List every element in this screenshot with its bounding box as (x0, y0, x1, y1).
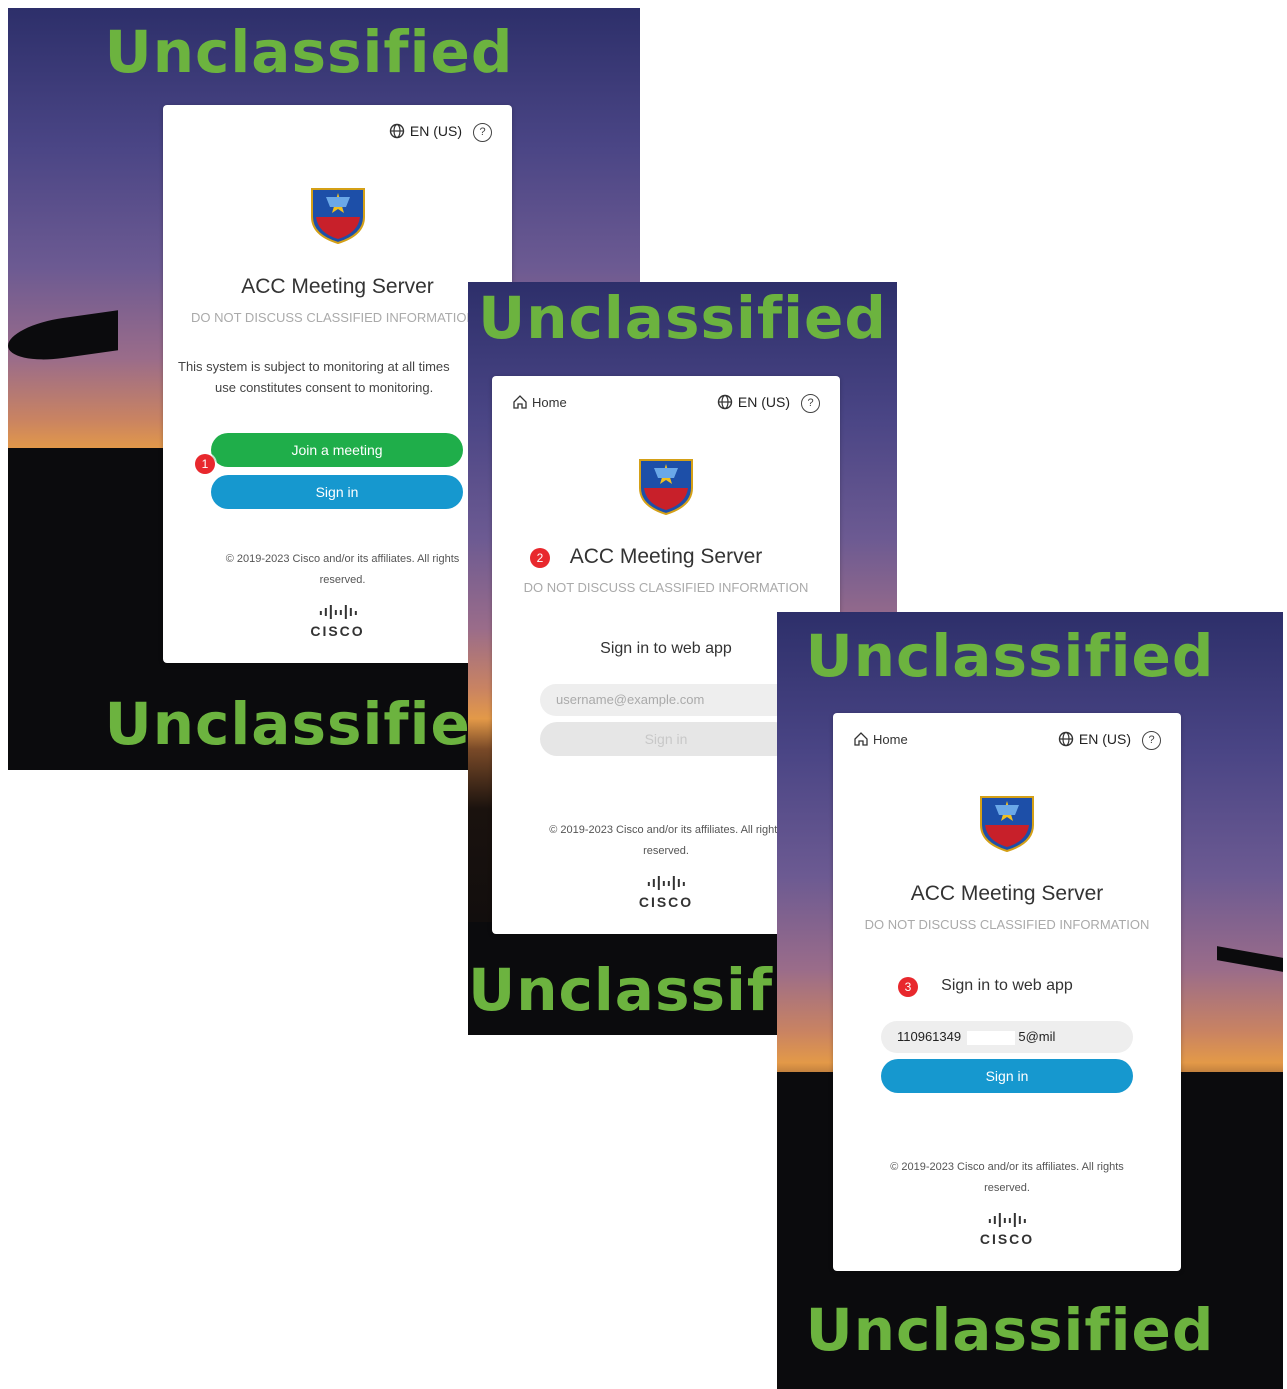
language-label: EN (US) (1078, 731, 1131, 747)
copyright: © 2019-2023 Cisco and/or its affiliates.… (203, 549, 482, 591)
copyright-line1: © 2019-2023 Cisco and/or its affiliates.… (549, 824, 783, 836)
monitoring-notice: This system is subject to monitoring at … (178, 356, 500, 398)
home-icon (854, 732, 868, 746)
language-label: EN (US) (409, 123, 462, 139)
classification-banner-top: Unclassified (104, 18, 514, 86)
copyright: © 2019-2023 Cisco and/or its affiliates.… (512, 820, 820, 862)
classification-warning: DO NOT DISCUSS CLASSIFIED INFORMATION (523, 580, 809, 595)
app-title: ACC Meeting Server (241, 275, 434, 298)
username-input[interactable]: 110961349 5@mil (881, 1021, 1133, 1053)
language-selector[interactable]: EN (US) (389, 123, 462, 139)
login-card: EN (US) ? ACC Meeting Server DO NOT DISC… (163, 105, 512, 663)
sign-in-heading: Sign in to web app (941, 977, 1073, 994)
username-value-end: 5@mil (1018, 1029, 1056, 1044)
username-input[interactable]: username@example.com (540, 684, 792, 716)
step-marker-2: 2 (530, 548, 550, 568)
home-label: Home (873, 731, 908, 747)
cisco-logo: CISCO (980, 1213, 1034, 1246)
copyright-line2: reserved. (984, 1182, 1030, 1194)
copyright-line1: © 2019-2023 Cisco and/or its affiliates.… (225, 553, 460, 565)
help-icon[interactable]: ? (473, 123, 492, 142)
copyright-line2: reserved. (319, 574, 366, 586)
help-icon[interactable]: ? (1142, 731, 1161, 750)
cisco-bars-icon (648, 876, 685, 890)
copyright-line2: reserved. (643, 845, 689, 857)
classification-warning: DO NOT DISCUSS CLASSIFIED INFORMATION (864, 917, 1150, 932)
sign-in-card-filled: Home EN (US) ? ACC Meeting Server DO NOT… (833, 713, 1181, 1271)
home-label: Home (532, 394, 567, 410)
cisco-logo: CISCO (310, 605, 364, 638)
cisco-wordmark: CISCO (979, 1231, 1035, 1247)
globe-icon (389, 123, 405, 139)
crest-logo (310, 188, 365, 245)
sign-in-button[interactable]: Sign in (211, 475, 463, 509)
classification-banner-top: Unclassified (805, 622, 1215, 690)
cisco-wordmark: CISCO (638, 894, 694, 910)
help-icon[interactable]: ? (801, 394, 820, 413)
home-link[interactable]: Home (853, 731, 908, 747)
classification-banner-bottom: Unclassified (805, 1296, 1215, 1364)
classification-warning: DO NOT DISCUSS CLASSIFIED INFORMATION (191, 310, 476, 325)
sign-in-button[interactable]: Sign in (540, 722, 792, 756)
copyright-line1: © 2019-2023 Cisco and/or its affiliates.… (890, 1161, 1124, 1173)
classification-banner-top: Unclassified (478, 284, 887, 352)
cisco-wordmark: CISCO (310, 623, 365, 639)
home-icon (513, 395, 527, 409)
copyright: © 2019-2023 Cisco and/or its affiliates.… (853, 1157, 1161, 1199)
monitoring-notice-line1: This system is subject to monitoring at … (178, 359, 450, 374)
crest-logo (639, 459, 693, 516)
app-title: ACC Meeting Server (910, 882, 1104, 905)
cisco-bars-icon (319, 605, 357, 619)
join-meeting-button[interactable]: Join a meeting (211, 433, 463, 467)
home-link[interactable]: Home (512, 394, 567, 410)
step-marker-3: 3 (898, 977, 918, 997)
redacted-block (966, 1030, 1015, 1045)
globe-icon (717, 394, 733, 410)
language-selector[interactable]: EN (US) (717, 394, 790, 410)
screenshot-3: Unclassified Unclassified Home EN (US) ?… (777, 612, 1283, 1389)
language-label: EN (US) (737, 394, 790, 410)
jet-silhouette (1217, 946, 1283, 972)
monitoring-notice-line2: use constitutes consent to monitoring. (215, 380, 434, 395)
step-marker-1: 1 (195, 454, 215, 474)
username-value-start: 110961349 (897, 1029, 962, 1044)
jet-silhouette (8, 310, 118, 366)
globe-icon (1058, 731, 1074, 747)
crest-logo (980, 796, 1034, 853)
language-selector[interactable]: EN (US) (1058, 731, 1131, 747)
cisco-logo: CISCO (639, 876, 693, 909)
sign-in-button[interactable]: Sign in (881, 1059, 1133, 1093)
cisco-bars-icon (989, 1213, 1026, 1227)
